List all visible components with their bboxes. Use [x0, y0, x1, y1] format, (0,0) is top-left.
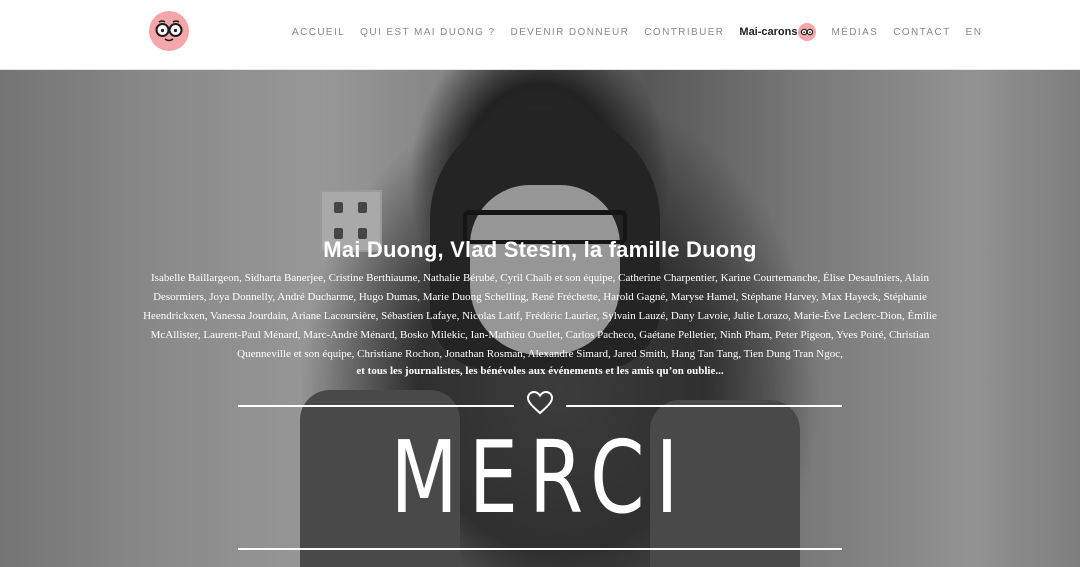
nav-contribuer[interactable]: CONTRIBUER — [644, 27, 724, 38]
site-logo[interactable] — [149, 11, 189, 51]
divider-right — [566, 405, 842, 407]
face-with-glasses-icon — [798, 23, 817, 41]
nav-qui-est-mai-duong[interactable]: QUI EST MAI DUONG ? — [360, 27, 495, 38]
main-nav: ACCUEIL QUI EST MAI DUONG ? DEVENIR DONN… — [292, 23, 997, 41]
nav-medias[interactable]: MÉDIAS — [831, 27, 878, 38]
thanks-names: Isabelle Baillargeon, Sidharta Banerjee,… — [130, 269, 950, 364]
nav-devenir-donneur[interactable]: DEVENIR DONNEUR — [510, 27, 629, 38]
divider-left — [238, 405, 514, 407]
names-line: Desormiers, Joya Donnelly, André Ducharm… — [153, 291, 927, 303]
face-with-glasses-logo-icon — [155, 20, 183, 42]
thanks-tail: et tous les journalistes, les bénévoles … — [356, 365, 724, 377]
nav-mai-carons[interactable]: Mai-carons — [739, 23, 817, 41]
divider-bottom — [238, 548, 842, 550]
nav-mai-carons-label: Mai-carons — [739, 26, 798, 38]
nav-language-en[interactable]: EN — [966, 27, 983, 38]
nav-accueil[interactable]: ACCUEIL — [292, 27, 345, 38]
names-line: McAllister, Laurent-Paul Ménard, Marc-An… — [150, 329, 930, 341]
merci-heading: MERCI — [390, 419, 690, 536]
nav-contact[interactable]: CONTACT — [893, 27, 950, 38]
site-header: ACCUEIL QUI EST MAI DUONG ? DEVENIR DONN… — [0, 0, 1080, 70]
hero-title: Mai Duong, Vlad Stesin, la famille Duong — [323, 237, 757, 262]
names-line: Isabelle Baillargeon, Sidharta Banerjee,… — [151, 272, 929, 284]
heart-outline-icon — [526, 390, 554, 415]
names-line: Heendrickxen, Vanessa Jourdain, Ariane L… — [143, 310, 937, 322]
names-line: Quenneville et son équipe, Christiane Ro… — [237, 348, 843, 360]
